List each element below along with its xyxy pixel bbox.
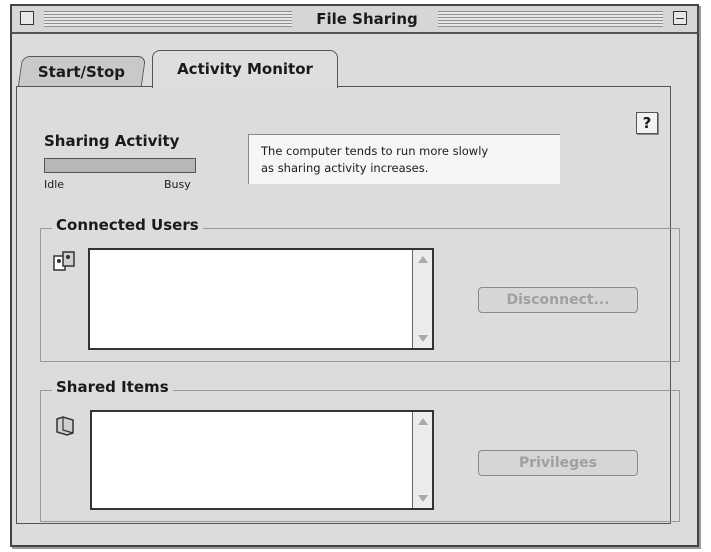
help-button[interactable]: ?: [636, 112, 658, 134]
tab-start-stop[interactable]: Start/Stop: [17, 56, 147, 86]
info-text-line-2: as sharing activity increases.: [261, 161, 429, 175]
window-title: File Sharing: [316, 10, 418, 28]
disconnect-button[interactable]: Disconnect...: [478, 287, 638, 313]
scroll-down-arrow-icon[interactable]: [418, 495, 428, 502]
info-text-line-1: The computer tends to run more slowly: [261, 144, 489, 158]
sharing-activity-label: Sharing Activity: [44, 132, 180, 150]
scroll-up-arrow-icon[interactable]: [418, 256, 428, 263]
connected-users-scrollbar[interactable]: [412, 250, 432, 348]
meter-idle-label: Idle: [44, 178, 65, 191]
title-stripes-left: [44, 11, 292, 27]
shared-items-label: Shared Items: [52, 378, 173, 396]
close-box[interactable]: [20, 11, 34, 25]
meter-busy-label: Busy: [164, 178, 191, 191]
connected-users-list[interactable]: [88, 248, 434, 350]
scroll-down-arrow-icon[interactable]: [418, 335, 428, 342]
scroll-up-arrow-icon[interactable]: [418, 418, 428, 425]
users-icon: [53, 251, 75, 271]
tab-activity-monitor[interactable]: Activity Monitor: [152, 50, 338, 88]
privileges-button[interactable]: Privileges: [478, 450, 638, 476]
title-bar[interactable]: File Sharing: [12, 6, 697, 34]
folder-icon: [56, 416, 74, 436]
title-stripes-right: [438, 11, 663, 27]
shared-items-scrollbar[interactable]: [412, 412, 432, 508]
sharing-activity-meter: [44, 158, 196, 173]
sharing-activity-meter-fill: [45, 159, 195, 172]
connected-users-label: Connected Users: [52, 216, 203, 234]
info-text-box: The computer tends to run more slowly as…: [248, 134, 560, 184]
zoom-box[interactable]: [673, 11, 687, 25]
shared-items-list[interactable]: [90, 410, 434, 510]
